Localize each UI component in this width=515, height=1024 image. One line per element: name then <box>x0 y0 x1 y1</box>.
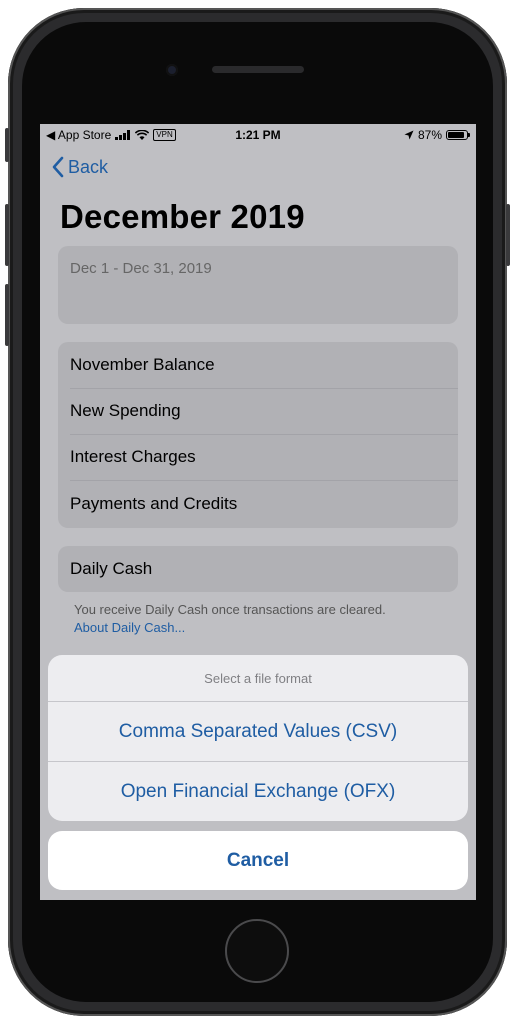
summary-list: November Balance New Spending Interest C… <box>58 342 458 528</box>
file-format-action-sheet: Select a file format Comma Separated Val… <box>48 655 468 821</box>
period-card: Dec 1 - Dec 31, 2019 <box>58 246 458 324</box>
period-range: Dec 1 - Dec 31, 2019 <box>70 260 212 277</box>
power-button <box>506 204 510 266</box>
summary-row-new-spending[interactable]: New Spending <box>70 388 458 435</box>
ofx-option-button[interactable]: Open Financial Exchange (OFX) <box>48 762 468 821</box>
daily-cash-footnote: You receive Daily Cash once transactions… <box>74 601 386 637</box>
home-button[interactable] <box>225 919 289 983</box>
daily-cash-row: Daily Cash <box>70 546 458 592</box>
csv-option-button[interactable]: Comma Separated Values (CSV) <box>48 702 468 762</box>
volume-up-button <box>5 204 9 266</box>
back-button[interactable]: Back <box>52 156 108 178</box>
silent-switch <box>5 128 9 162</box>
screen: ◀ App Store VPN 1:21 PM 87% Back Decembe… <box>40 124 476 900</box>
action-sheet-title: Select a file format <box>48 655 468 702</box>
daily-cash-note: You receive Daily Cash once transactions… <box>74 602 386 617</box>
earpiece-speaker <box>212 66 304 73</box>
status-bar: ◀ App Store VPN 1:21 PM 87% <box>40 124 476 146</box>
battery-icon <box>446 130 470 140</box>
daily-cash-label: Daily Cash <box>70 559 153 578</box>
location-icon <box>404 130 414 140</box>
summary-row-payments-credits[interactable]: Payments and Credits <box>70 481 458 527</box>
summary-row-label: Interest Charges <box>70 447 196 466</box>
summary-row-label: New Spending <box>70 401 181 420</box>
summary-row-label: November Balance <box>70 355 215 374</box>
back-label: Back <box>68 156 109 177</box>
summary-row-interest-charges[interactable]: Interest Charges <box>70 434 458 481</box>
about-daily-cash-link[interactable]: About Daily Cash... <box>74 619 386 637</box>
volume-down-button <box>5 284 9 346</box>
cancel-button[interactable]: Cancel <box>48 831 468 890</box>
battery-percent: 87% <box>417 128 442 142</box>
summary-row-november-balance[interactable]: November Balance <box>70 342 458 389</box>
daily-cash-card[interactable]: Daily Cash <box>58 546 458 592</box>
front-camera <box>166 64 178 76</box>
page-title: December 2019 <box>60 198 305 235</box>
chevron-left-icon <box>52 156 64 178</box>
summary-row-label: Payments and Credits <box>70 494 238 513</box>
